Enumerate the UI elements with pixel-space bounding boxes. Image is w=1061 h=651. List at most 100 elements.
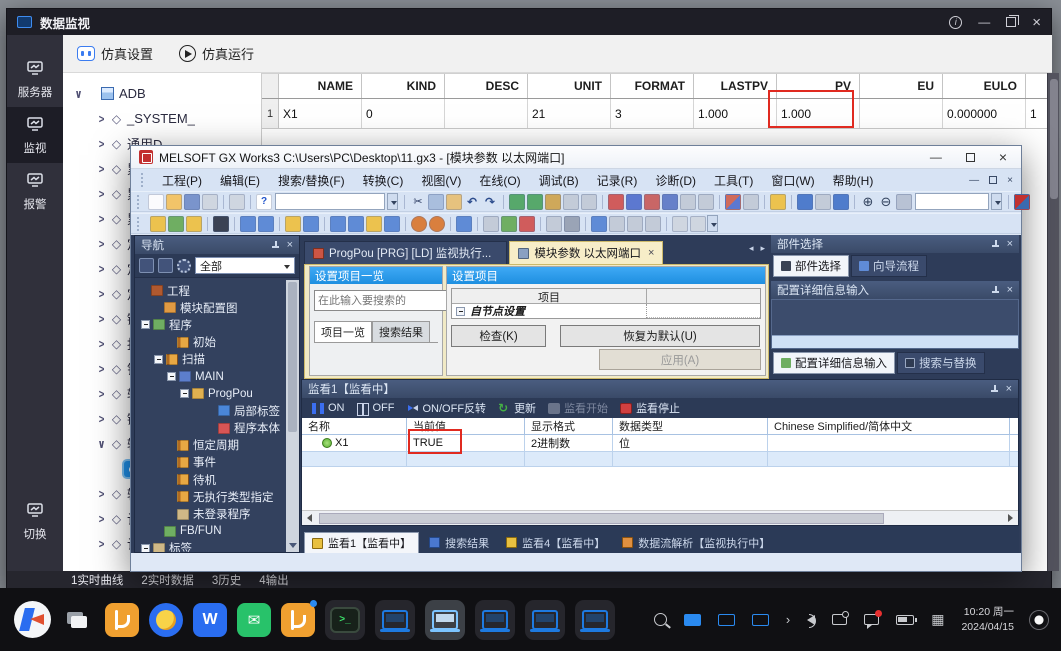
pin-icon[interactable]: [272, 241, 279, 250]
volume-icon[interactable]: [807, 615, 815, 625]
taskbar-clock[interactable]: 10:20 周一 2024/04/15: [961, 605, 1014, 633]
mail-icon[interactable]: ✉: [237, 603, 271, 637]
scroll-down-icon[interactable]: [289, 543, 297, 548]
menu-item[interactable]: 窗口(W): [762, 169, 823, 191]
toolbar-icon[interactable]: [770, 194, 786, 210]
minimize-button[interactable]: —: [978, 15, 990, 29]
tree-view-icon[interactable]: [139, 258, 154, 273]
watch-column-header[interactable]: 名称: [302, 418, 407, 434]
check-button[interactable]: 检查(K): [451, 325, 546, 347]
toolbar-icon[interactable]: [896, 194, 912, 210]
column-header[interactable]: EULO: [943, 74, 1026, 98]
gx-minimize-button[interactable]: —: [930, 150, 942, 164]
toolbar-icon[interactable]: [854, 195, 855, 209]
column-header[interactable]: EU: [860, 74, 943, 98]
document-tab[interactable]: ProgPou [PRG] [LD] 监视执行...: [304, 241, 507, 264]
watch-column-header[interactable]: Chinese Simplified/简体中文: [768, 418, 1010, 434]
toolbar-icon[interactable]: [743, 194, 759, 210]
project-tree-item[interactable]: FB/FUN: [135, 523, 286, 540]
table-cell[interactable]: 1: [1026, 99, 1049, 128]
project-tree-item[interactable]: 程序: [135, 316, 286, 333]
toolbar-icon[interactable]: [324, 217, 325, 231]
toolbar-icon[interactable]: [148, 194, 164, 210]
expander-icon[interactable]: [141, 320, 150, 329]
setting-row[interactable]: 自节点设置: [452, 304, 760, 318]
monitor-app-icon-active[interactable]: [425, 600, 465, 640]
collapse-tree-icon[interactable]: [158, 258, 173, 273]
expander-icon[interactable]: [154, 355, 163, 364]
column-header[interactable]: FORMAT: [611, 74, 694, 98]
git-app-icon2[interactable]: [281, 603, 315, 637]
toolbar-icon[interactable]: [764, 195, 765, 209]
column-header[interactable]: KIND: [362, 74, 445, 98]
tray-expand-icon[interactable]: ›: [786, 612, 790, 627]
config-tab[interactable]: 配置详细信息输入: [773, 352, 895, 374]
pin-icon[interactable]: [991, 385, 998, 394]
menu-item[interactable]: 编辑(E): [211, 169, 269, 191]
app-vertical-scrollbar[interactable]: [1047, 73, 1059, 571]
project-tree-item[interactable]: ProgPou: [135, 385, 286, 402]
tree-chevron-icon[interactable]: >: [96, 212, 108, 226]
close-icon[interactable]: ×: [1007, 239, 1013, 250]
watch-toolbar-button[interactable]: 监看开始: [543, 399, 613, 417]
project-tree-item[interactable]: 恒定周期: [135, 437, 286, 454]
toolbar-icon[interactable]: [207, 217, 208, 231]
monitor-app-icon-2[interactable]: [475, 600, 515, 640]
project-tree-item[interactable]: 扫描: [135, 351, 286, 368]
parts-tab[interactable]: 向导流程: [851, 255, 927, 277]
toolbar-icon[interactable]: [666, 217, 667, 231]
toolbar-icon[interactable]: [546, 216, 562, 232]
column-header[interactable]: LASTPV: [694, 74, 777, 98]
bottom-doc-tab[interactable]: 监看1【监看中】: [304, 532, 419, 553]
toolbar-icon[interactable]: [563, 194, 579, 210]
toolbar-icon[interactable]: [279, 217, 280, 231]
watch-horizontal-scrollbar[interactable]: [302, 510, 1018, 525]
tray-display-icon-1[interactable]: [718, 614, 735, 626]
pin-icon[interactable]: [992, 286, 999, 295]
browser-icon[interactable]: [149, 603, 183, 637]
toolbar-icon[interactable]: [690, 216, 706, 232]
watch-toolbar-button[interactable]: 监看停止: [615, 399, 685, 417]
tree-chevron-icon[interactable]: >: [96, 537, 108, 551]
apply-button[interactable]: 应用(A): [599, 349, 761, 370]
toolbar-icon[interactable]: [645, 216, 661, 232]
parts-tab[interactable]: 部件选择: [773, 255, 849, 277]
watch-toolbar-button[interactable]: ON: [307, 399, 350, 417]
toolbar-icon[interactable]: [258, 216, 274, 232]
nav-scrollbar[interactable]: [286, 280, 299, 552]
toolbar-icon[interactable]: [833, 194, 849, 210]
toolbar-icon[interactable]: ✂: [410, 194, 426, 210]
toolbar-icon[interactable]: [275, 193, 385, 210]
config-tab[interactable]: 搜索与替换: [897, 352, 985, 374]
table-cell[interactable]: 1.000: [694, 99, 777, 128]
scroll-left-icon[interactable]: [302, 511, 317, 526]
watch-toolbar-button[interactable]: ON/OFF反转: [402, 399, 492, 417]
toolbar-icon[interactable]: [545, 194, 561, 210]
toolbar-icon[interactable]: [672, 216, 688, 232]
restore-button[interactable]: [1006, 17, 1016, 27]
sidebar-item[interactable]: 切换: [7, 493, 63, 549]
wps-icon[interactable]: W: [193, 603, 227, 637]
toolbar-icon[interactable]: [404, 195, 405, 209]
config-input-row[interactable]: [772, 335, 1018, 348]
monitor-app-icon-4[interactable]: [575, 600, 615, 640]
bottom-view-tab[interactable]: 4输出: [259, 572, 288, 588]
pin-icon[interactable]: [992, 240, 999, 249]
bottom-view-tab[interactable]: 1实时曲线: [71, 572, 123, 588]
toolbar-icon[interactable]: [501, 216, 517, 232]
sidebar-item[interactable]: 报警: [7, 163, 63, 219]
toolbar-icon[interactable]: [186, 216, 202, 232]
toolbar-icon[interactable]: ↷: [482, 194, 498, 210]
column-header[interactable]: UNIT: [528, 74, 611, 98]
project-tree-item[interactable]: 标签: [135, 540, 286, 552]
close-button[interactable]: ×: [1032, 14, 1041, 31]
expander-icon[interactable]: [141, 544, 150, 552]
column-header[interactable]: [1026, 74, 1049, 98]
scrollbar-thumb[interactable]: [319, 513, 884, 524]
monitor-app-icon-3[interactable]: [525, 600, 565, 640]
close-icon[interactable]: ×: [1006, 384, 1012, 395]
toolbar-icon[interactable]: [991, 193, 1002, 210]
git-app-icon[interactable]: [105, 603, 139, 637]
toolbar-icon[interactable]: [366, 216, 382, 232]
expander-icon[interactable]: [180, 389, 189, 398]
